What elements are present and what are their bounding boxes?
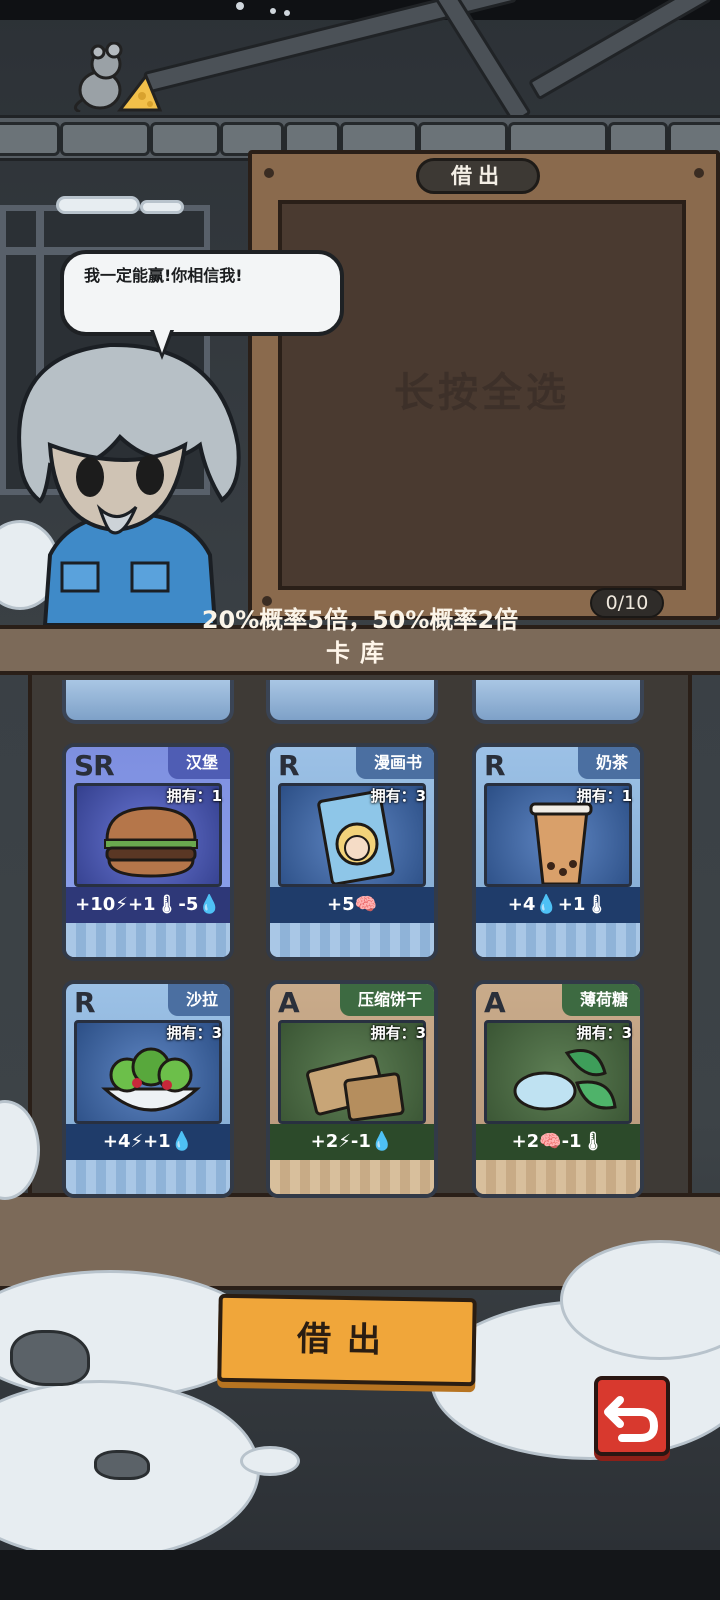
nail — [694, 168, 704, 178]
card-rarity: R — [278, 749, 300, 782]
card-base — [270, 1160, 434, 1194]
game-scene: 借出 长按全选 0/10 我一定能赢!你相信我! 卡库 SR 汉堡 拥有：1 +… — [0, 0, 720, 1600]
card-name: 压缩饼干 — [339, 984, 434, 1016]
card-name: 薄荷糖 — [561, 984, 640, 1016]
card-rarity: A — [278, 986, 300, 1019]
status-dot — [236, 2, 244, 10]
board-title: 借出 — [416, 158, 540, 194]
card-owned-count: 拥有：3 — [166, 1024, 222, 1042]
card-hamburger[interactable]: SR 汉堡 拥有：1 +10⚡+1🌡-5💧 — [62, 743, 234, 961]
navigation-strip — [0, 1550, 720, 1600]
stone — [150, 122, 220, 156]
card-rarity: A — [484, 986, 506, 1019]
card-base — [476, 923, 640, 957]
speech-bubble-tail — [153, 328, 171, 353]
undo-arrow-icon — [604, 1396, 659, 1442]
card-rarity: SR — [74, 749, 115, 782]
card-owned-count: 拥有：1 — [576, 787, 632, 805]
lend-button[interactable]: 借出 — [217, 1293, 477, 1387]
select-all-hint: 长按全选 — [394, 370, 570, 416]
card-stats: +2🧠-1🌡 — [476, 1124, 640, 1160]
card-base — [66, 923, 230, 957]
stone — [0, 122, 60, 156]
card-partial[interactable] — [62, 680, 234, 724]
card-mint-candy[interactable]: A 薄荷糖 拥有：3 +2🧠-1🌡 — [472, 980, 644, 1198]
rock — [94, 1450, 150, 1480]
nail — [264, 168, 274, 178]
card-name: 汉堡 — [167, 747, 230, 779]
old-man-character — [17, 342, 241, 625]
card-owned-count: 拥有：3 — [370, 787, 426, 805]
card-name: 沙拉 — [167, 984, 230, 1016]
card-comic-book[interactable]: R 漫画书 拥有：3 +5🧠 — [266, 743, 438, 961]
card-name: 漫画书 — [355, 747, 434, 779]
card-stats: +4⚡+1💧 — [66, 1124, 230, 1160]
snow-pile — [56, 196, 140, 214]
card-partial[interactable] — [266, 680, 438, 724]
card-stats: +4💧+1🌡 — [476, 887, 640, 923]
card-rarity: R — [484, 749, 506, 782]
card-owned-count: 拥有：1 — [166, 787, 222, 805]
card-stats: +2⚡-1💧 — [270, 1124, 434, 1160]
status-dot — [284, 10, 290, 16]
card-base — [66, 1160, 230, 1194]
card-stats: +10⚡+1🌡-5💧 — [66, 887, 230, 923]
rock — [10, 1330, 90, 1386]
snow-pile — [140, 200, 184, 214]
lend-button-label: 借出 — [296, 1319, 398, 1361]
odds-text: 20%概率5倍，50%概率2倍 — [201, 606, 519, 634]
card-base — [476, 1160, 640, 1194]
cheese-illustration — [116, 73, 163, 112]
library-title: 卡库 — [326, 639, 394, 667]
card-salad[interactable]: R 沙拉 拥有：3 +4⚡+1💧 — [62, 980, 234, 1198]
status-dot — [270, 8, 276, 14]
card-base — [270, 923, 434, 957]
card-partial[interactable] — [472, 680, 644, 724]
card-owned-count: 拥有：3 — [576, 1024, 632, 1042]
card-name: 奶茶 — [577, 747, 640, 779]
card-stats: +5🧠 — [270, 887, 434, 923]
card-milk-tea[interactable]: R 奶茶 拥有：1 +4💧+1🌡 — [472, 743, 644, 961]
speech-text: 我一定能赢!你相信我! — [84, 266, 243, 285]
card-compressed-biscuit[interactable]: A 压缩饼干 拥有：3 +2⚡-1💧 — [266, 980, 438, 1198]
card-rarity: R — [74, 986, 96, 1019]
back-button[interactable] — [594, 1376, 670, 1456]
stone — [60, 122, 150, 156]
card-owned-count: 拥有：3 — [370, 1024, 426, 1042]
snow-pile — [240, 1446, 300, 1476]
lend-board: 借出 长按全选 0/10 — [248, 150, 720, 620]
